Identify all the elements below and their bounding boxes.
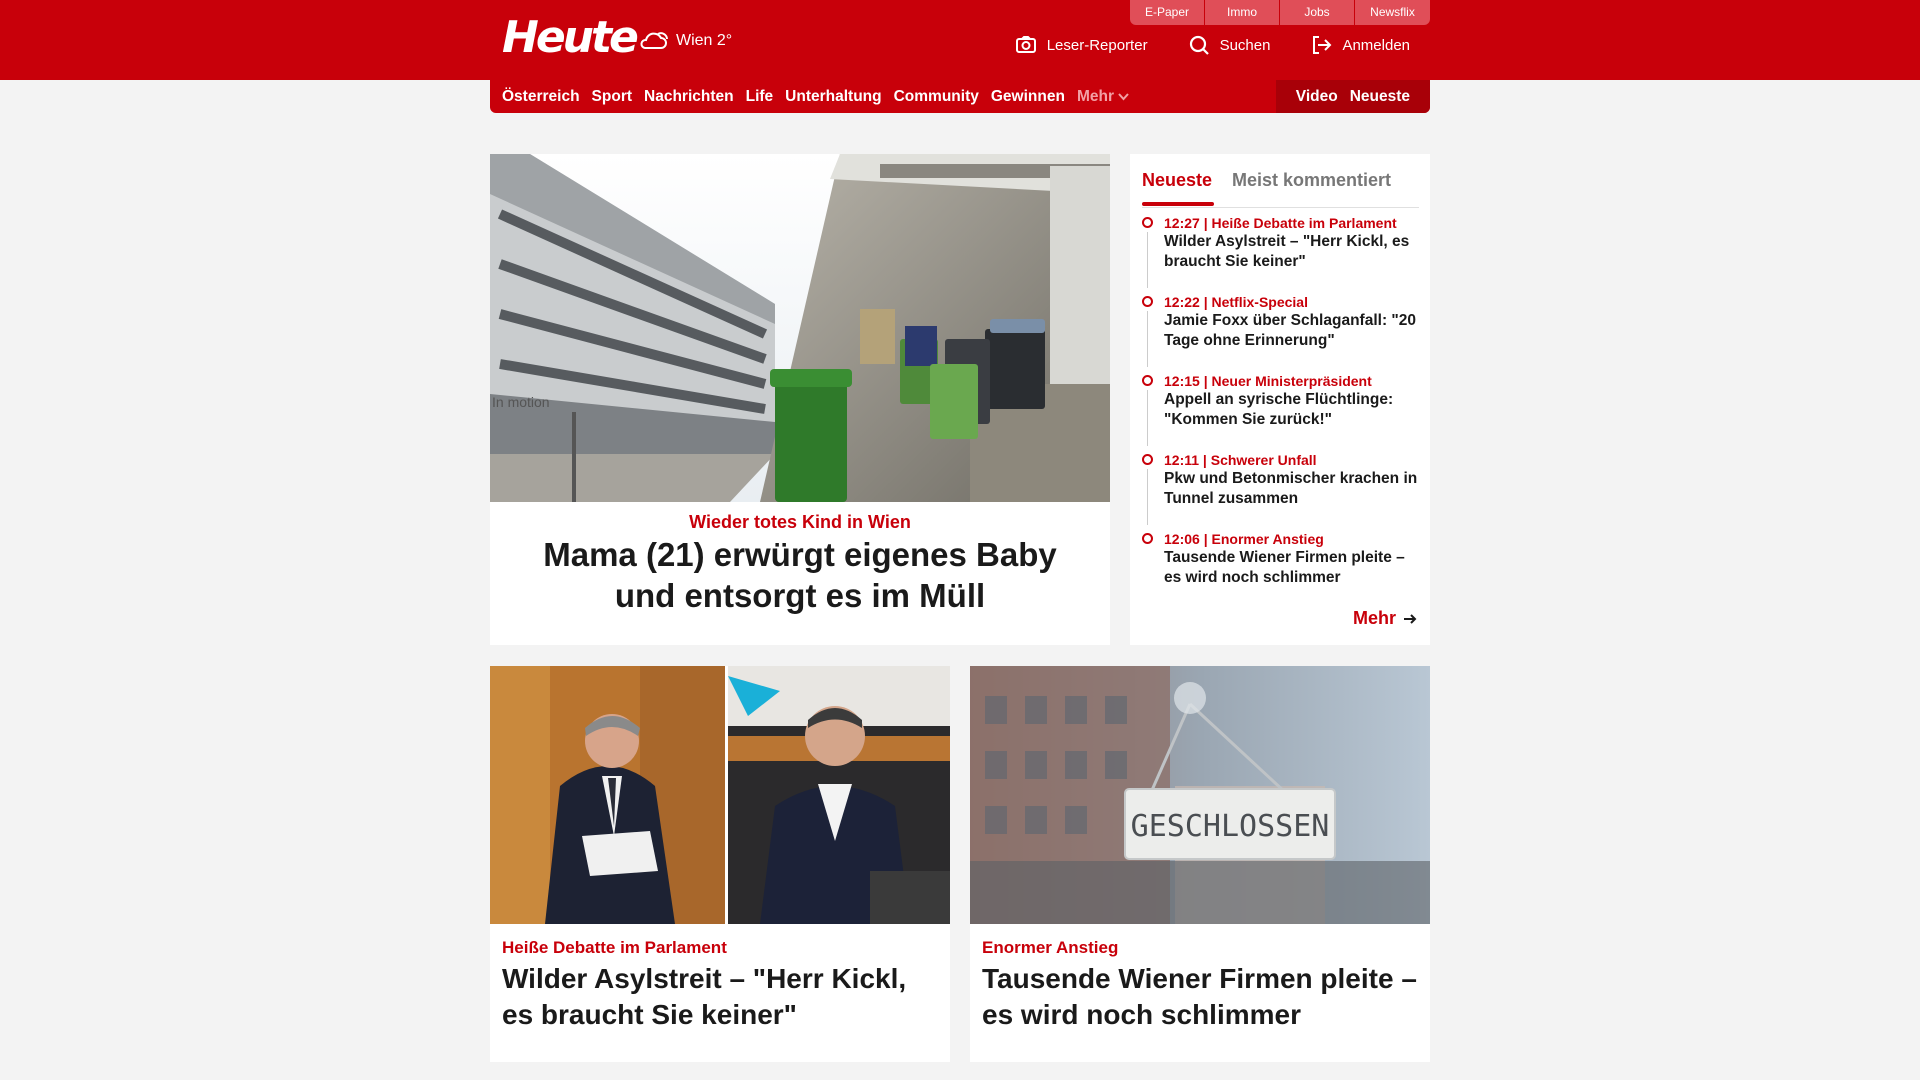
closed-sign-text: GESCHLOSSEN	[1131, 809, 1330, 844]
service-tab-jobs[interactable]: Jobs	[1280, 0, 1355, 25]
ticker-title[interactable]: Tausende Wiener Firmen pleite – es wird …	[1164, 548, 1422, 588]
ticker-meta: 12:06 | Enormer Anstieg	[1164, 531, 1324, 547]
card-image-parliament[interactable]	[490, 666, 950, 924]
article-card-asylstreit[interactable]: Heiße Debatte im Parlament Wilder Asylst…	[490, 666, 950, 1062]
timeline-dot	[1142, 454, 1153, 465]
ticker-more-label: Mehr	[1352, 608, 1396, 628]
ticker-title[interactable]: Jamie Foxx über Schlaganfall: "20 Tage o…	[1164, 311, 1422, 351]
ticker-title[interactable]: Appell an syrische Flüchtlinge: "Kommen …	[1164, 390, 1422, 430]
login-icon	[1313, 36, 1332, 54]
header-actions: Leser-Reporter Suchen Anmelden	[1015, 34, 1410, 56]
ticker-meta: 12:11 | Schwerer Unfall	[1164, 452, 1317, 468]
list-item[interactable]: 12:15 | Neuer Ministerpräsident Appell a…	[1142, 372, 1422, 451]
ticker-meta: 12:22 | Netflix-Special	[1164, 294, 1308, 310]
card-kicker[interactable]: Enormer Anstieg	[982, 938, 1118, 958]
list-item[interactable]: 12:22 | Netflix-Special Jamie Foxx über …	[1142, 293, 1422, 372]
nav-item-oesterreich[interactable]: Österreich	[502, 88, 580, 106]
login-label: Anmelden	[1342, 36, 1410, 54]
hero-headline[interactable]: Mama (21) erwürgt eigenes Baby und entso…	[510, 534, 1090, 616]
timeline-line	[1147, 390, 1148, 446]
tab-neueste[interactable]: Neueste	[1142, 170, 1212, 191]
timeline-line	[1147, 469, 1148, 525]
main-navigation: Österreich Sport Nachrichten Life Unterh…	[490, 80, 1430, 113]
service-tabs: E-Paper Immo Jobs Newsflix	[1130, 0, 1430, 25]
service-tab-epaper[interactable]: E-Paper	[1130, 0, 1205, 25]
timeline-dot	[1142, 296, 1153, 307]
service-tab-newsflix[interactable]: Newsflix	[1355, 0, 1430, 25]
leser-reporter-label: Leser-Reporter	[1046, 36, 1148, 54]
nav-right-group: Video Neueste	[1275, 80, 1430, 113]
weather-label: Wien 2°	[676, 32, 733, 49]
article-card-firmenpleiten[interactable]: GESCHLOSSEN Enormer Anstieg Tausende Wie…	[970, 666, 1430, 1062]
hero-image-building-text: In motion	[492, 394, 550, 410]
card-headline[interactable]: Tausende Wiener Firmen pleite – es wird …	[982, 961, 1422, 1033]
ticker-meta: 12:27 | Heiße Debatte im Parlament	[1164, 215, 1397, 231]
search-label: Suchen	[1219, 36, 1271, 54]
arrow-right-icon	[1404, 613, 1417, 624]
hero-article[interactable]: In motion Wieder totes Kind in Wien Mama…	[490, 154, 1110, 645]
site-logo[interactable]: Heute	[502, 14, 639, 62]
weather-widget[interactable]: Wien 2°	[638, 26, 732, 56]
timeline-dot	[1142, 533, 1153, 544]
nav-more-label: Mehr	[1076, 87, 1114, 105]
card-headline[interactable]: Wilder Asylstreit – "Herr Kickl, es brau…	[502, 961, 942, 1033]
chevron-down-icon	[1118, 92, 1129, 100]
nav-item-unterhaltung[interactable]: Unterhaltung	[785, 88, 881, 106]
header: Heute Wien 2° E-Paper Immo Jobs Newsflix…	[490, 0, 1430, 80]
timeline-dot	[1142, 217, 1153, 228]
nav-more-dropdown[interactable]: Mehr	[1077, 88, 1129, 106]
active-tab-indicator	[1142, 202, 1214, 206]
camera-icon	[1015, 36, 1036, 53]
timeline-line	[1147, 232, 1148, 288]
nav-item-video[interactable]: Video	[1296, 88, 1338, 106]
search-button[interactable]: Suchen	[1188, 34, 1271, 56]
card-image-closed-sign[interactable]: GESCHLOSSEN	[970, 666, 1430, 924]
search-icon	[1189, 35, 1209, 55]
ticker-more-link[interactable]: Mehr	[1353, 608, 1418, 629]
nav-item-nachrichten[interactable]: Nachrichten	[644, 88, 734, 106]
sidebar-tabs: Neueste Meist kommentiert	[1142, 162, 1419, 208]
list-item[interactable]: 12:27 | Heiße Debatte im Parlament Wilde…	[1142, 214, 1422, 293]
news-ticker-sidebar: Neueste Meist kommentiert 12:27 | Heiße …	[1130, 154, 1430, 645]
timeline-line	[1147, 311, 1148, 367]
list-item[interactable]: 12:06 | Enormer Anstieg Tausende Wiener …	[1142, 530, 1422, 609]
service-tab-immo[interactable]: Immo	[1205, 0, 1280, 25]
timeline-dot	[1142, 375, 1153, 386]
nav-item-life[interactable]: Life	[746, 88, 774, 106]
nav-item-gewinnen[interactable]: Gewinnen	[991, 88, 1065, 106]
leser-reporter-button[interactable]: Leser-Reporter	[1015, 34, 1148, 56]
cloud-sun-icon	[640, 32, 668, 49]
nav-item-community[interactable]: Community	[894, 88, 979, 106]
tab-meist-kommentiert[interactable]: Meist kommentiert	[1232, 170, 1391, 191]
ticker-title[interactable]: Pkw und Betonmischer krachen in Tunnel z…	[1164, 469, 1422, 509]
nav-item-sport[interactable]: Sport	[592, 88, 632, 106]
ticker-list: 12:27 | Heiße Debatte im Parlament Wilde…	[1142, 214, 1422, 609]
hero-kicker[interactable]: Wieder totes Kind in Wien	[490, 512, 1110, 533]
ticker-meta: 12:15 | Neuer Ministerpräsident	[1164, 373, 1372, 389]
hero-image[interactable]: In motion	[490, 154, 1110, 502]
nav-item-neueste[interactable]: Neueste	[1350, 88, 1410, 106]
ticker-title[interactable]: Wilder Asylstreit – "Herr Kickl, es brau…	[1164, 232, 1422, 272]
card-kicker[interactable]: Heiße Debatte im Parlament	[502, 938, 727, 958]
login-button[interactable]: Anmelden	[1310, 34, 1410, 56]
list-item[interactable]: 12:11 | Schwerer Unfall Pkw und Betonmis…	[1142, 451, 1422, 530]
